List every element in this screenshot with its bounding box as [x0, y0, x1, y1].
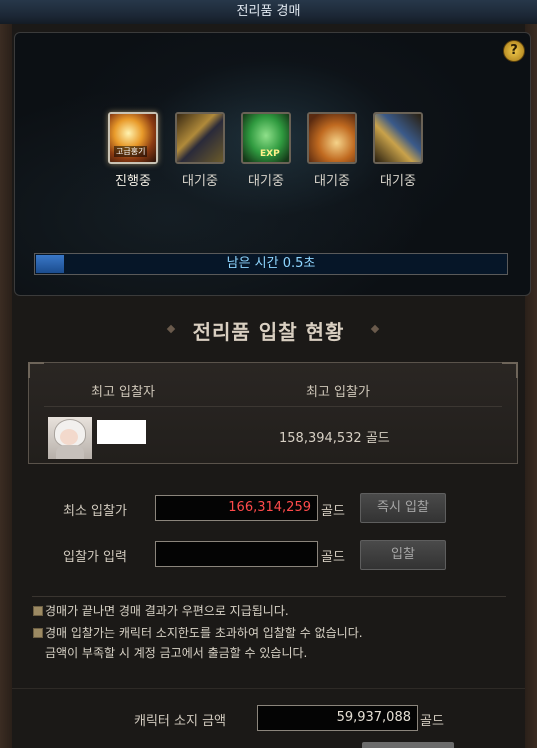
bidder-avatar [48, 417, 92, 459]
help-icon[interactable]: ? [503, 40, 525, 62]
item-badge: 고급홍기 [114, 146, 148, 157]
notice-3: 금액이 부족할 시 계정 금고에서 출금할 수 있습니다. [45, 646, 308, 660]
item-status-2: 대기중 [182, 174, 218, 189]
item-status-1: 진행중 [115, 174, 151, 189]
item-status-4: 대기중 [314, 174, 350, 189]
bid-input-label: 입찰가 입력 [63, 550, 127, 565]
item-slot-5[interactable] [373, 112, 423, 164]
item-slot-4[interactable] [307, 112, 357, 164]
window-title: 전리품 경매 [0, 0, 537, 25]
top-bid-amount: 158,394,532 골드 [279, 431, 390, 446]
item-slot-1[interactable]: 고급홍기 [108, 112, 158, 164]
time-remaining-bar: 남은 시간 0.5초 [34, 253, 508, 275]
notice-text: 경매 입찰가는 캐릭터 소지한도를 초과하여 입찰할 수 없습니다. [45, 626, 363, 640]
col-top-bid: 최고 입찰가 [306, 385, 370, 400]
bid-button[interactable]: 입찰 [360, 540, 446, 570]
gold-unit: 골드 [321, 504, 345, 519]
min-bid-label: 최소 입찰가 [63, 504, 127, 519]
bottom-button-edge[interactable] [362, 742, 454, 748]
bullet-icon [33, 628, 43, 638]
balance-field: 59,937,088 [257, 705, 418, 731]
bullet-icon [33, 606, 43, 616]
bid-amount-input[interactable] [155, 541, 318, 567]
exp-badge: EXP [260, 149, 280, 159]
item-status-5: 대기중 [380, 174, 416, 189]
notice-text: 경매가 끝나면 경매 결과가 우편으로 지급됩니다. [45, 604, 289, 618]
window-frame-left [0, 24, 12, 748]
title-ornament-right [362, 324, 388, 334]
item-slot-2[interactable] [175, 112, 225, 164]
panel-divider [44, 406, 502, 407]
crossed-swords-icon [177, 114, 223, 162]
instant-bid-button[interactable]: 즉시 입찰 [360, 493, 446, 523]
min-bid-field: 166,314,259 [155, 495, 318, 521]
notes-divider [32, 596, 506, 597]
balance-label: 캐릭터 소지 금액 [134, 714, 226, 729]
weapon-icon [375, 114, 421, 162]
col-top-bidder: 최고 입찰자 [91, 385, 155, 400]
footer-divider [12, 688, 525, 689]
notice-1: 경매가 끝나면 경매 결과가 우편으로 지급됩니다. [33, 602, 289, 619]
bid-status-panel [28, 362, 518, 464]
item-slot-3[interactable]: EXP [241, 112, 291, 164]
time-remaining-text: 남은 시간 0.5초 [226, 256, 316, 271]
gear-box-icon [309, 114, 355, 162]
bid-status-title: 전리품 입찰 현황 [192, 320, 345, 344]
item-status-3: 대기중 [248, 174, 284, 189]
balance-unit: 골드 [420, 714, 444, 729]
bidder-name-redacted [97, 420, 146, 444]
notice-2: 경매 입찰가는 캐릭터 소지한도를 초과하여 입찰할 수 없습니다. [33, 624, 363, 641]
gold-unit: 골드 [321, 550, 345, 565]
